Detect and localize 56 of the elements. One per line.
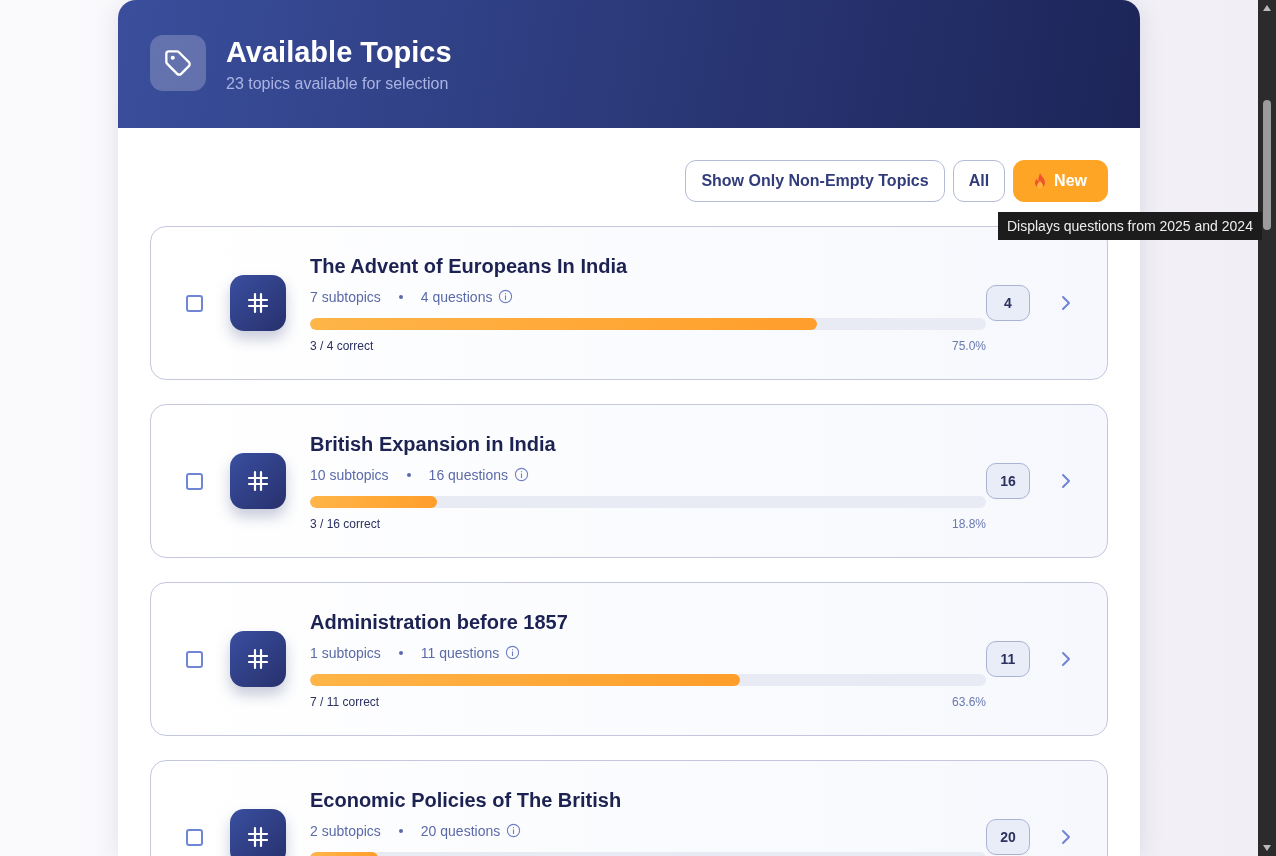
separator-dot	[398, 828, 403, 833]
scrollbar[interactable]	[1258, 0, 1276, 856]
tooltip: Displays questions from 2025 and 2024	[998, 212, 1262, 240]
hash-icon	[230, 453, 286, 509]
topic-checkbox[interactable]	[186, 472, 203, 490]
chevron-right-icon[interactable]	[1061, 295, 1071, 311]
info-icon[interactable]	[498, 289, 514, 304]
topic-title: British Expansion in India	[310, 432, 557, 456]
topic-checkbox[interactable]	[186, 828, 203, 846]
hash-icon	[230, 809, 286, 856]
separator-dot	[406, 472, 411, 477]
scrollbar-thumb[interactable]	[1263, 100, 1271, 230]
hash-icon	[230, 631, 286, 687]
topic-card[interactable]: Economic Policies of The British 2 subtopics 20 questions 20	[150, 760, 1108, 856]
percent-label: 18.8%	[951, 516, 986, 532]
correct-count: 3 / 16 correct	[310, 516, 381, 532]
question-count: 16 questions	[428, 466, 508, 483]
correct-count: 7 / 11 correct	[310, 694, 380, 710]
info-icon[interactable]	[514, 467, 529, 482]
question-count: 11 questions	[420, 644, 500, 661]
chevron-right-icon[interactable]	[1061, 829, 1071, 845]
question-count: 4 questions	[420, 288, 493, 305]
percent-label: 63.6%	[951, 694, 986, 710]
topic-title: Economic Policies of The British	[310, 788, 623, 812]
hash-icon	[230, 275, 286, 331]
panel-subtitle: 23 topics available for selection	[226, 74, 450, 93]
filter-button[interactable]: Show Only Non-Empty Topics	[685, 160, 945, 202]
separator-dot	[398, 294, 403, 299]
chevron-right-icon[interactable]	[1061, 651, 1071, 667]
subtopic-count: 2 subtopics	[310, 822, 381, 839]
topic-title: The Advent of Europeans In India	[310, 254, 629, 278]
topic-card[interactable]: British Expansion in India 10 subtopics 16 questions 3 / 16 correct 18.8% 16	[150, 404, 1108, 558]
topic-checkbox[interactable]	[186, 650, 203, 668]
tag-icon	[150, 35, 206, 91]
count-badge: 20	[986, 819, 1030, 855]
count-badge: 11	[986, 641, 1030, 677]
filter-button[interactable]: All	[952, 160, 1006, 202]
count-badge: 16	[986, 463, 1030, 499]
question-count: 20 questions	[420, 822, 501, 839]
info-icon[interactable]	[506, 823, 522, 838]
topic-card[interactable]: Administration before 1857 1 subtopics 11 questions 7 / 11 correct 63.6% 11	[150, 582, 1108, 736]
subtopic-count: 10 subtopics	[310, 466, 389, 483]
separator-dot	[398, 650, 403, 655]
info-icon[interactable]	[505, 645, 521, 660]
topic-title: Administration before 1857	[310, 610, 569, 634]
correct-count: 3 / 4 correct	[310, 338, 374, 354]
chevron-right-icon[interactable]	[1061, 473, 1071, 489]
panel-title: Available Topics	[226, 35, 452, 69]
scroll-up-icon[interactable]	[1262, 4, 1272, 12]
subtopic-count: 7 subtopics	[310, 288, 381, 305]
scroll-down-icon[interactable]	[1262, 844, 1272, 852]
count-badge: 4	[986, 285, 1030, 321]
percent-label: 75.0%	[951, 338, 986, 354]
topic-checkbox[interactable]	[186, 294, 203, 312]
flame-icon	[1034, 173, 1047, 189]
subtopic-count: 1 subtopics	[310, 644, 381, 661]
